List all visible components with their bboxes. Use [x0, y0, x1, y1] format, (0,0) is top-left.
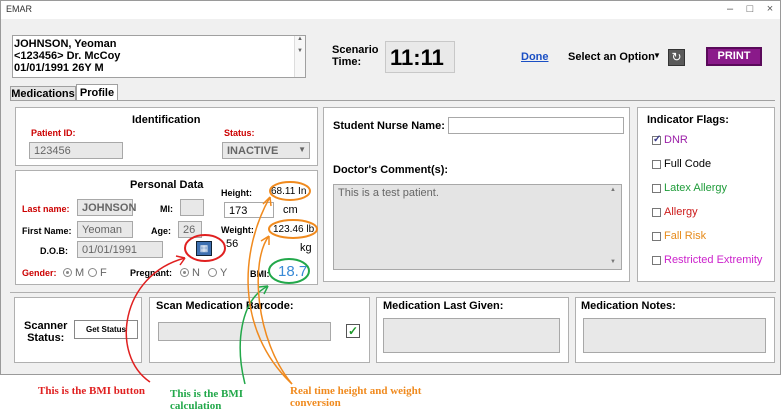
bmi-calc-arrow: [239, 285, 269, 385]
bmi-calc-annotation-line1: This is the BMI: [170, 388, 244, 400]
bmi-highlight: [268, 258, 310, 284]
conversion-annotation-line2: conversion: [290, 397, 341, 409]
annotation-overlay: [125, 181, 318, 385]
bmi-calc-annotation-line2: calculation: [170, 400, 222, 412]
height-highlight: [269, 181, 311, 201]
conversion-annotation: Real time height and weight conversion: [290, 385, 421, 409]
weight-highlight: [268, 219, 318, 239]
bmi-button-annotation: This is the BMI button: [38, 385, 145, 397]
bmi-button-highlight: [184, 234, 226, 262]
bmi-calc-arrowhead: [258, 285, 269, 295]
bmi-button-arrow: [125, 257, 186, 383]
conversion-annotation-line1: Real time height and weight: [290, 385, 422, 397]
bmi-calc-annotation: This is the BMI calculation: [170, 388, 243, 412]
